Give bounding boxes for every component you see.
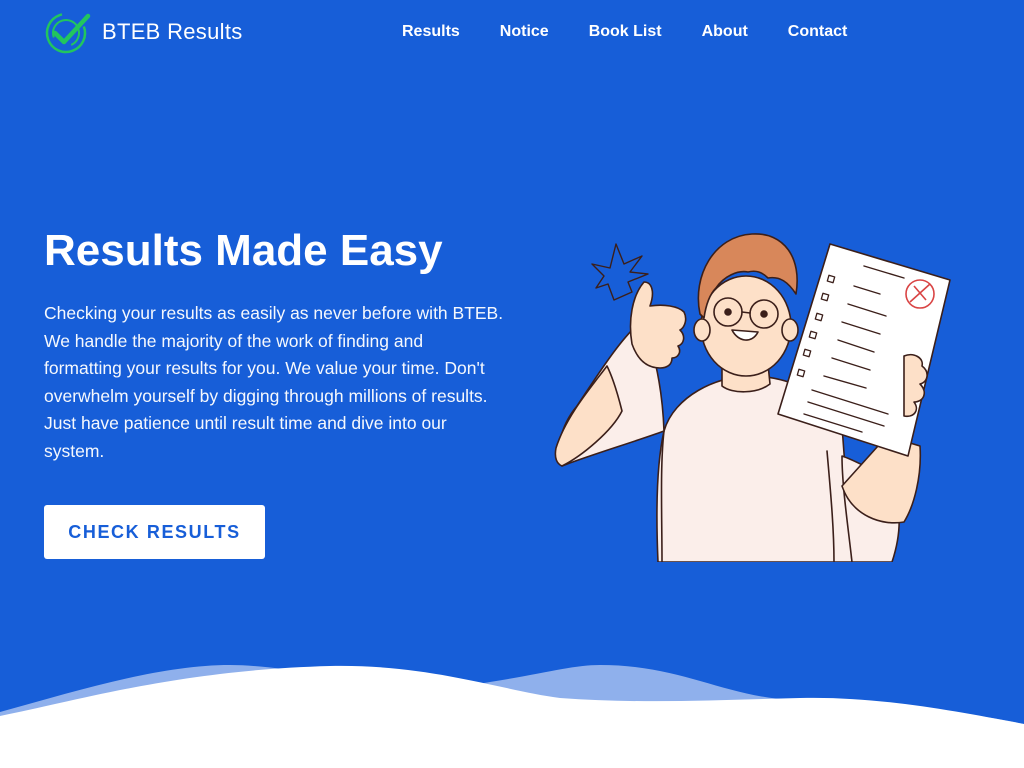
student-thumbs-up-illustration [554,233,951,562]
brand-logo-link[interactable]: BTEB Results [44,8,243,56]
hero-section: BTEB Results Results Notice Book List Ab… [0,0,1024,768]
nav-item-contact[interactable]: Contact [788,20,848,44]
hero-description: Checking your results as easily as never… [44,303,504,461]
nav-item-notice[interactable]: Notice [500,20,549,44]
bottom-wave-divider [0,665,1024,768]
check-circle-icon [45,12,91,54]
check-results-button[interactable]: CHECK RESULTS [44,505,265,559]
hero-title: Results Made Easy [44,226,443,275]
nav-item-book-list[interactable]: Book List [589,20,662,44]
nav-item-results[interactable]: Results [402,20,460,44]
brand-name: BTEB Results [102,19,243,44]
main-nav: Results Notice Book List About Contact [402,20,847,44]
nav-item-about[interactable]: About [702,20,748,44]
